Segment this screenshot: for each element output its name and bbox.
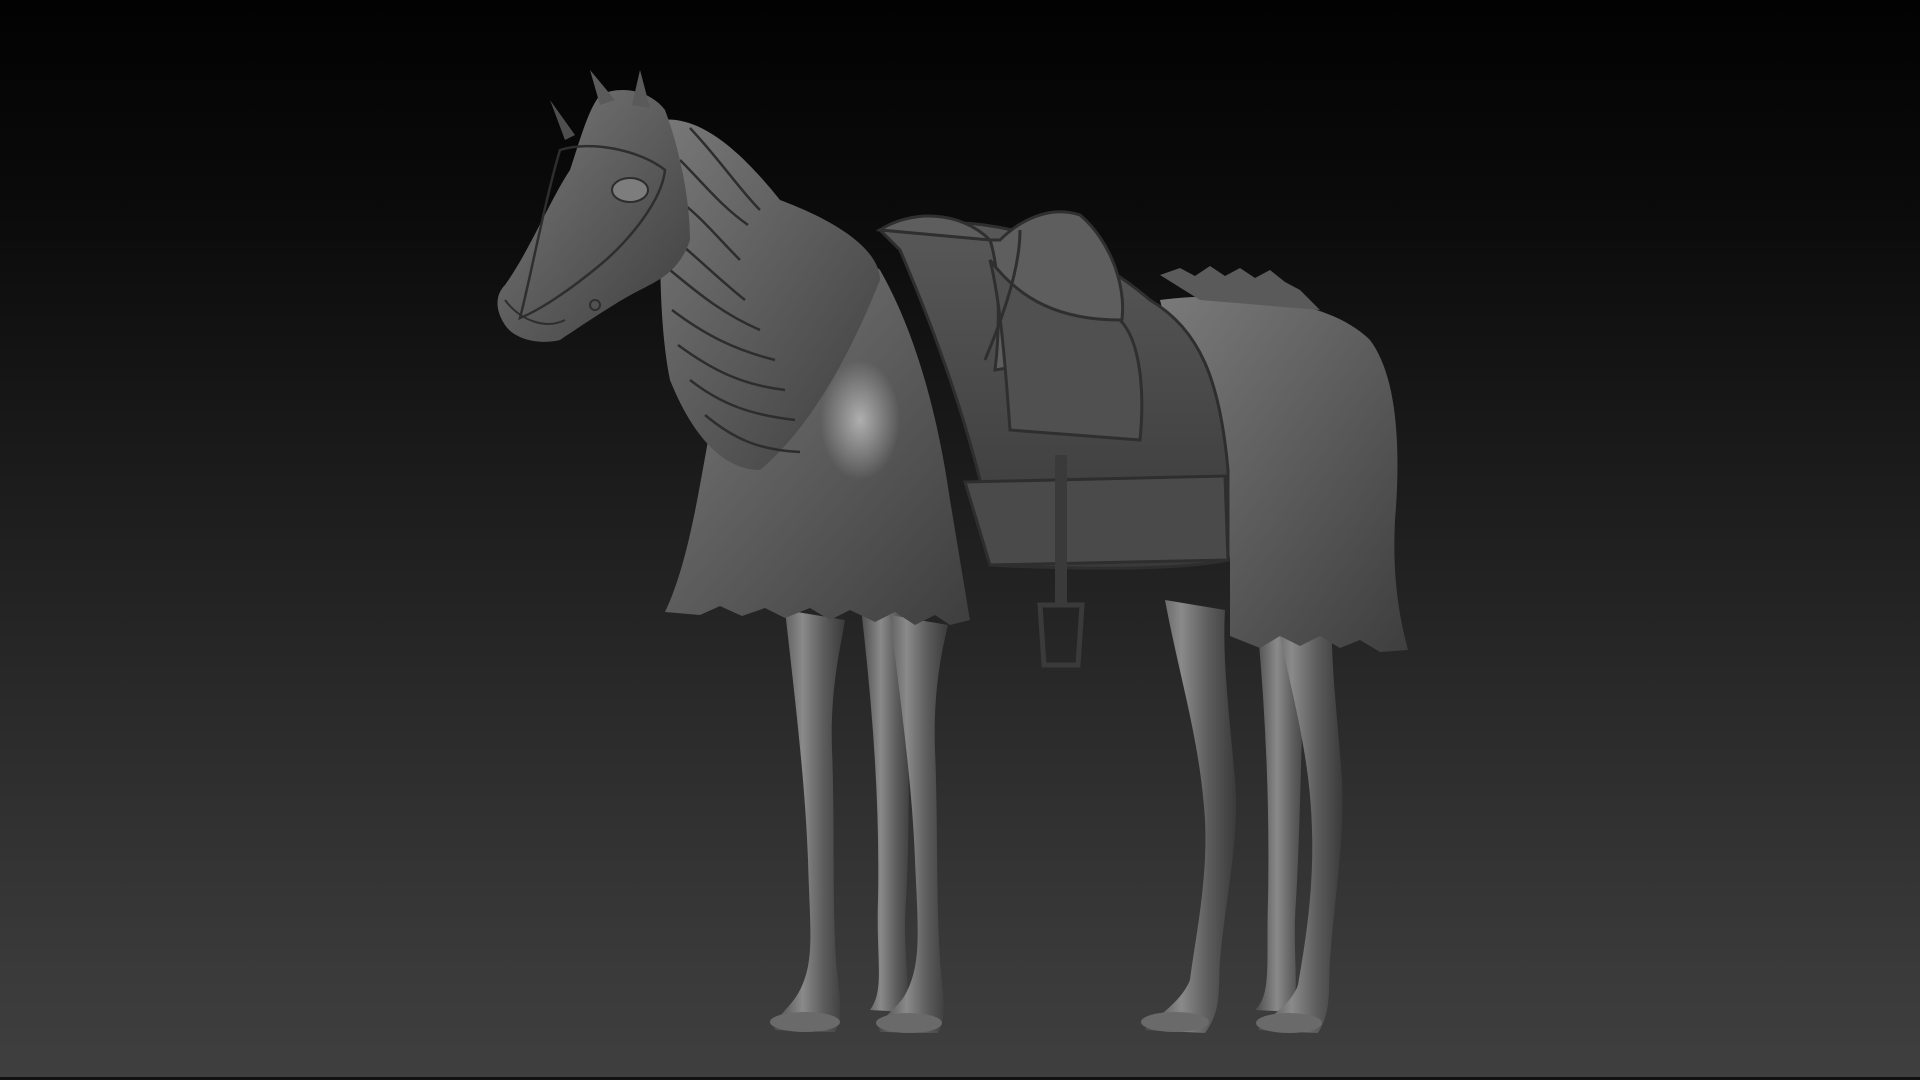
3d-viewport[interactable]: [0, 0, 1920, 1080]
horse-render: [497, 70, 1408, 1033]
horse-head: [497, 90, 690, 342]
